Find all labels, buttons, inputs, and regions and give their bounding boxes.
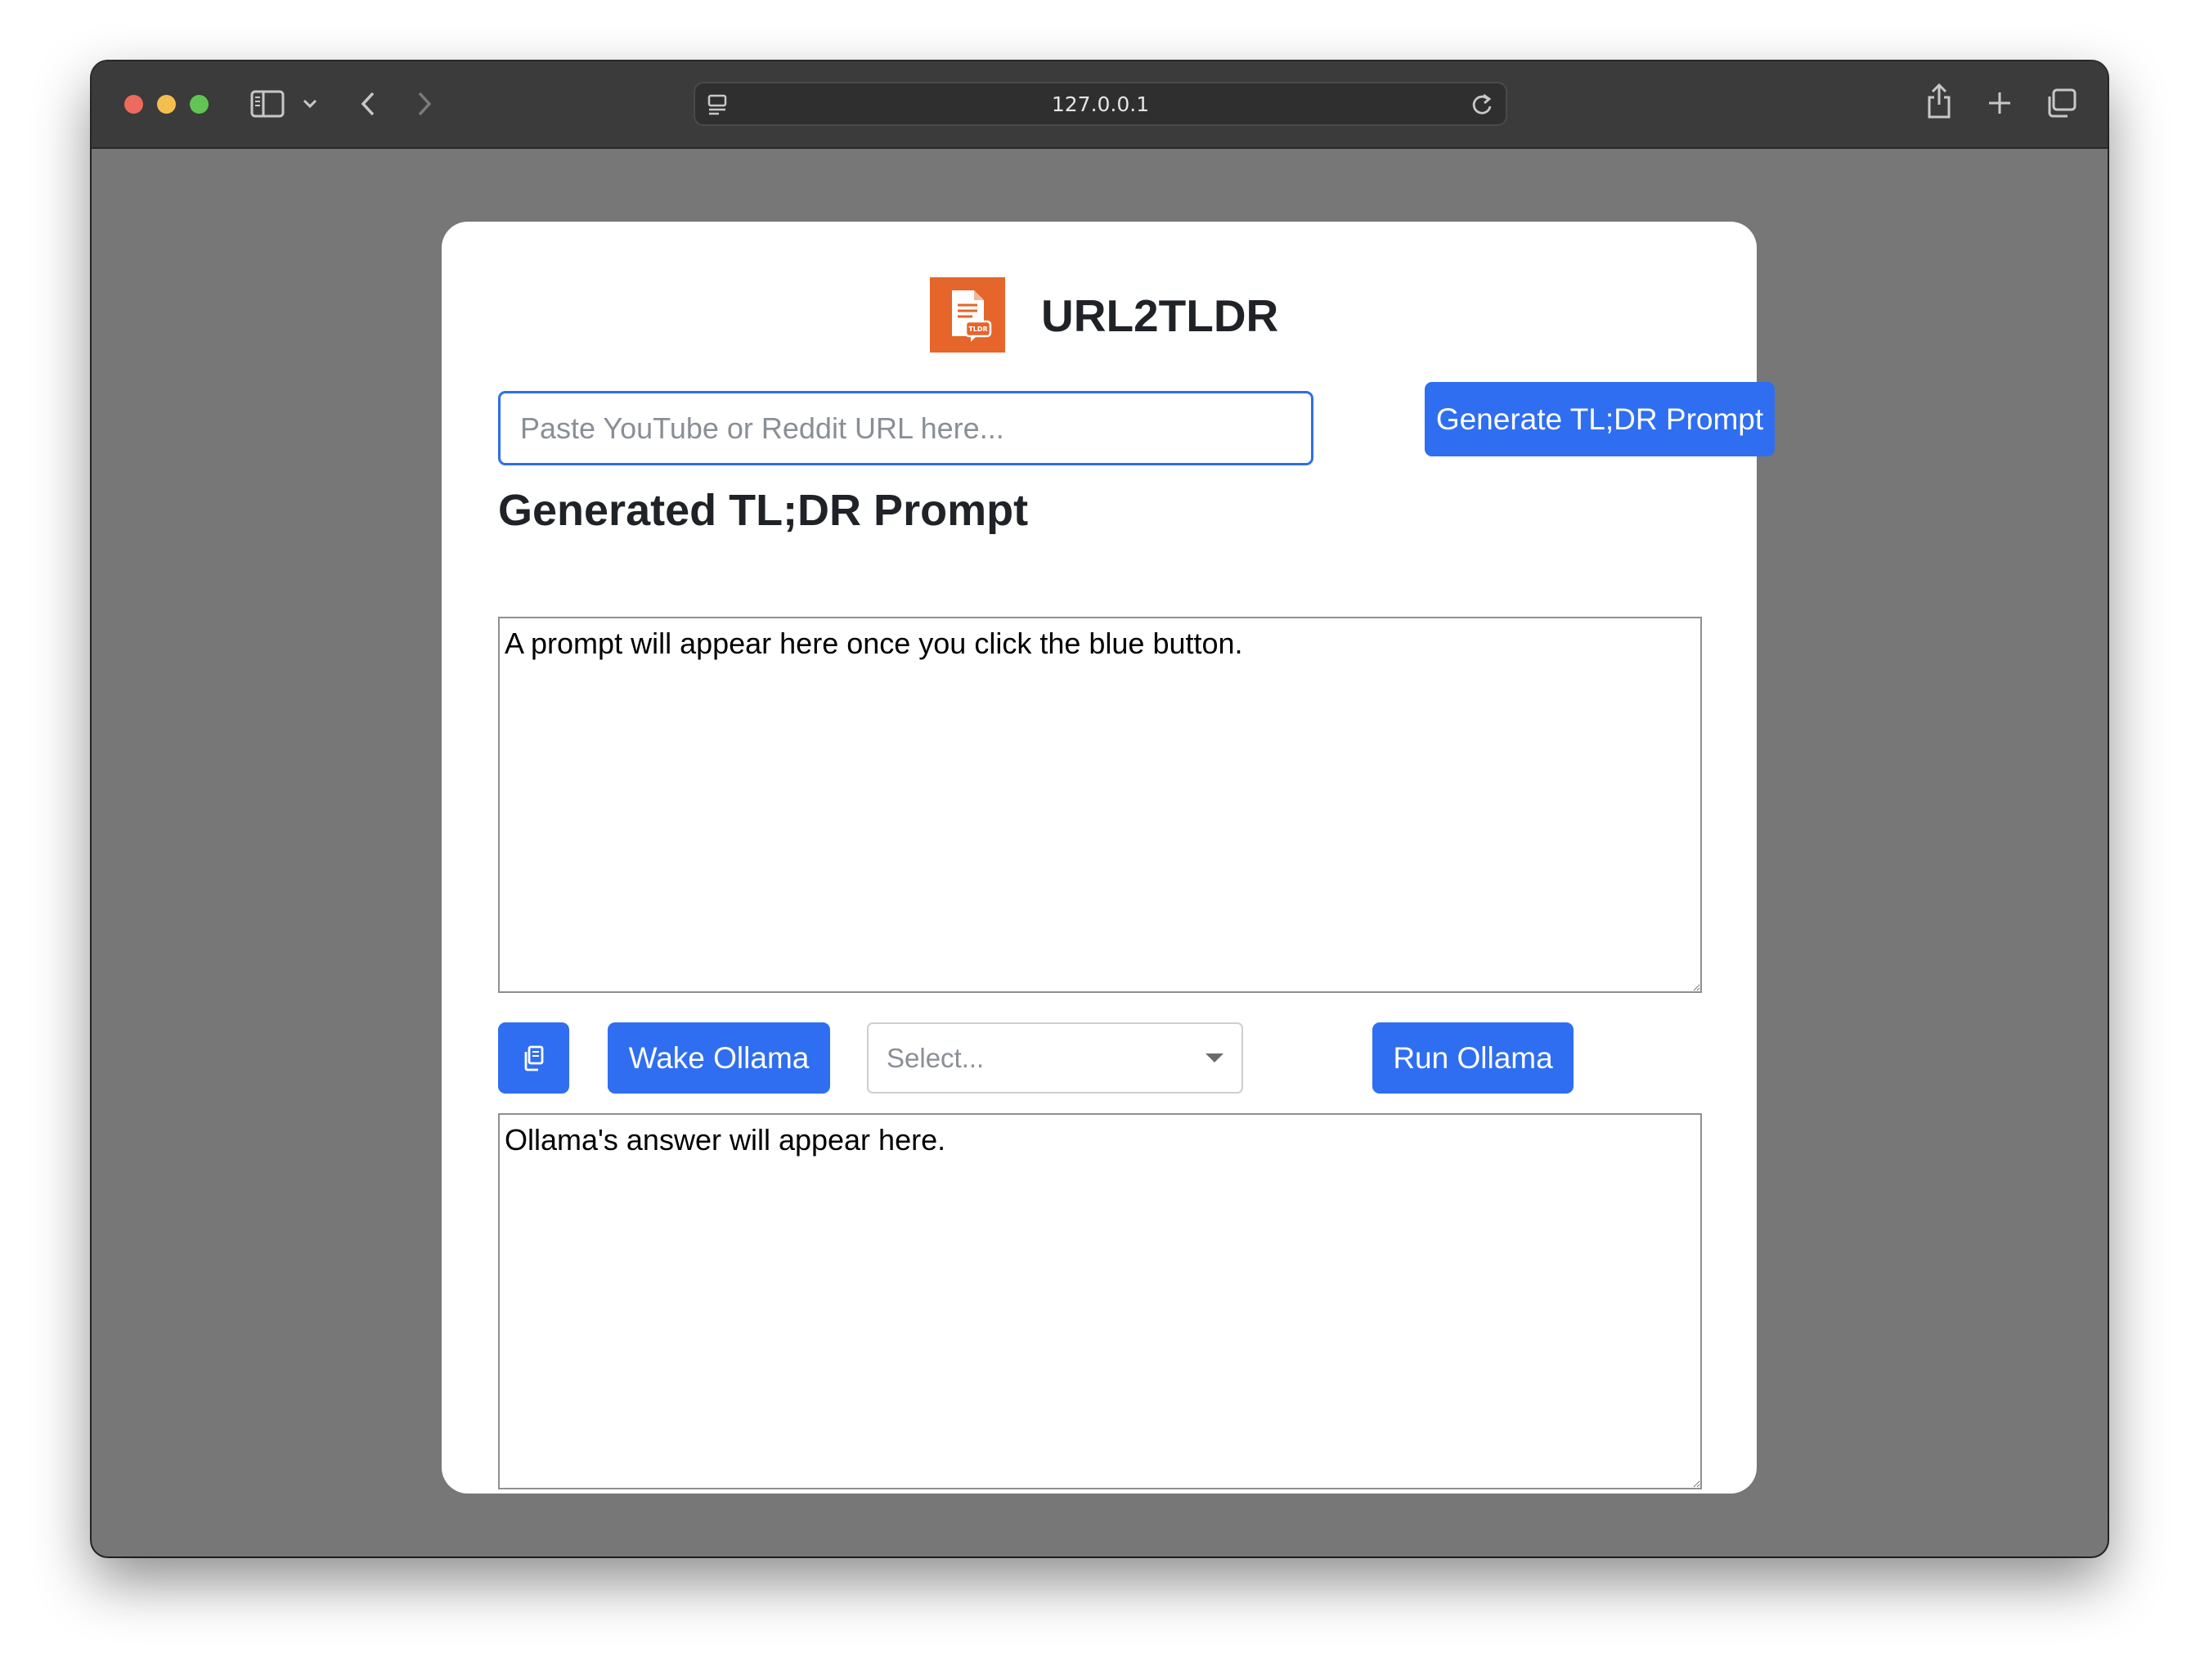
sidebar-toggle-icon[interactable]	[250, 90, 285, 118]
address-text: 127.0.0.1	[1051, 92, 1150, 116]
model-select[interactable]: Select...	[867, 1022, 1243, 1094]
app-title: URL2TLDR	[1041, 290, 1279, 341]
minimize-window-button[interactable]	[157, 95, 176, 114]
copy-prompt-button[interactable]	[498, 1022, 569, 1094]
share-icon[interactable]	[1926, 83, 1952, 119]
svg-text:TLDR: TLDR	[968, 326, 987, 333]
main-card: TLDR URL2TLDR Generate TL;DR Prompt Gene…	[442, 222, 1775, 1494]
back-arrow-icon[interactable]	[360, 91, 376, 117]
url-input[interactable]	[498, 391, 1313, 465]
reload-icon[interactable]	[1470, 92, 1493, 117]
close-window-button[interactable]	[124, 95, 143, 114]
new-tab-icon[interactable]	[1987, 91, 2012, 115]
tab-overview-icon[interactable]	[2046, 88, 2077, 118]
browser-window: 127.0.0.1 TLDR URL2TLDR Paste YouTube or…	[92, 61, 2108, 1556]
forward-arrow-icon[interactable]	[416, 91, 433, 117]
chevron-down-icon	[1206, 1053, 1223, 1062]
browser-toolbar: 127.0.0.1	[92, 61, 2108, 149]
tldr-document-icon: TLDR	[930, 277, 1005, 353]
run-ollama-button[interactable]: Run Ollama	[1372, 1022, 1574, 1094]
generate-prompt-button[interactable]: Generate TL;DR Prompt	[1425, 382, 1775, 456]
copy-icon	[524, 1045, 543, 1071]
prompt-textarea[interactable]	[498, 617, 1702, 993]
prompt-section-heading: Generated TL;DR Prompt	[498, 486, 1029, 535]
wake-ollama-button[interactable]: Wake Ollama	[608, 1022, 830, 1094]
address-bar[interactable]: 127.0.0.1	[694, 82, 1507, 126]
zoom-window-button[interactable]	[190, 95, 209, 114]
chevron-down-icon[interactable]	[303, 99, 317, 109]
model-select-placeholder: Select...	[887, 1043, 985, 1073]
answer-textarea[interactable]	[498, 1113, 1702, 1489]
